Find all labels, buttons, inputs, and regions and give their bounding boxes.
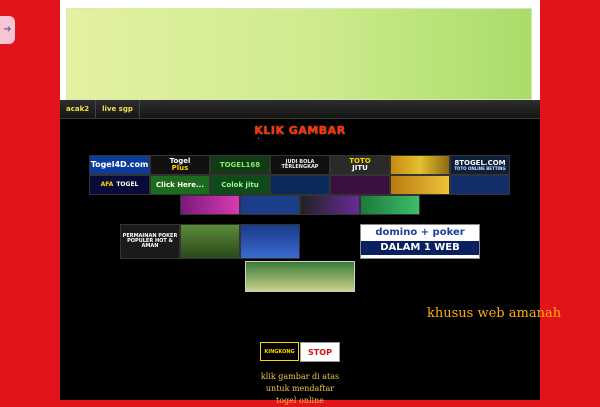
banner-8togel[interactable]: 8TOGEL.COM TOTO ONLINE BETTING — [450, 155, 510, 175]
banner-afa-togel[interactable]: AFA TOGEL — [89, 175, 150, 195]
banner-poker-popular[interactable]: PERMAINAN POKER POPULER HOT & AMAN — [120, 224, 180, 259]
header-banner — [66, 8, 532, 100]
banner-judibola[interactable]: JUDI BOLA TERLENGKAP — [270, 155, 330, 175]
banner-photo[interactable] — [245, 261, 355, 292]
page-title: KLIK GAMBAR — [254, 124, 346, 137]
banner-sport-players[interactable] — [180, 224, 240, 259]
arrow-right-icon: ➜ — [3, 24, 12, 35]
header — [60, 0, 540, 100]
nav-item-acak2[interactable]: acak2 — [60, 100, 97, 118]
banner-europa[interactable] — [240, 224, 300, 259]
banner-totojitu[interactable]: TOTO JITU — [330, 155, 390, 175]
banner-row3-2[interactable] — [240, 195, 300, 215]
page-container: acak2 live sgp KLIK GAMBAR ' Togel4D.com… — [60, 0, 561, 405]
promo-text: khusus web amanah — [427, 306, 562, 321]
nav-item-live-sgp[interactable]: live sgp — [96, 100, 140, 118]
banner-lottery[interactable] — [330, 175, 390, 195]
footer-line-2: untuk mendaftar — [265, 384, 335, 393]
separator-dot: ' — [258, 137, 260, 144]
banner-row3-4[interactable] — [360, 195, 420, 215]
banner-togel168[interactable]: TOGEL168 — [210, 155, 270, 175]
banner-togelplus[interactable]: Togel Plus — [150, 155, 210, 175]
banner-row3-1[interactable] — [180, 195, 240, 215]
stop-banner[interactable]: STOP — [300, 342, 340, 362]
banner-domino-poker[interactable]: domino + poker DALAM 1 WEB — [360, 224, 480, 259]
banner-row3-3[interactable] — [300, 195, 360, 215]
footer-line-1: klik gambar di atas — [260, 372, 340, 381]
kingkong-banner[interactable]: KINGKONG — [260, 342, 299, 361]
banner-blue-bet[interactable] — [450, 175, 510, 195]
banner-gold[interactable] — [390, 175, 450, 195]
banner-colok-jitu[interactable]: Colok jitu — [210, 175, 270, 195]
banner-bet-table[interactable] — [270, 175, 330, 195]
navbar: acak2 live sgp — [60, 100, 540, 119]
banner-click-here[interactable]: Click Here... — [150, 175, 210, 195]
footer-instructions: klik gambar di atas untuk mendaftar toge… — [60, 371, 540, 407]
banner-casino[interactable] — [390, 155, 450, 175]
footer-line-3: togel online — [276, 396, 324, 405]
banner-togel4d[interactable]: Togel4D.com — [89, 155, 150, 175]
share-tab[interactable]: ➜ — [0, 16, 15, 44]
